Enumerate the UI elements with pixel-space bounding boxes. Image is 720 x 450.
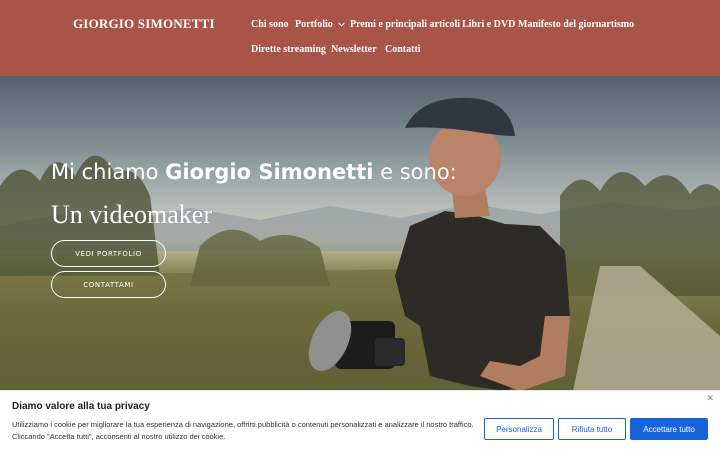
nav-item-contatti[interactable]: Contatti: [385, 44, 421, 55]
hero-intro-suffix: e sono:: [373, 160, 457, 184]
nav-item-portfolio[interactable]: Portfolio: [295, 19, 346, 30]
accetta-tutto-button[interactable]: Accettare tutto: [630, 418, 708, 440]
nav-item-newsletter[interactable]: Newsletter: [331, 44, 377, 55]
personalizza-button[interactable]: Personalizza: [484, 418, 554, 440]
hero-intro-name: Giorgio Simonetti: [165, 160, 374, 184]
hero-intro: Mi chiamo Giorgio Simonetti e sono:: [51, 160, 457, 184]
cookie-banner-text: Utilizziamo i cookie per migliorare la t…: [12, 420, 474, 441]
cookie-banner-title: Diamo valore alla tua privacy: [12, 401, 150, 412]
nav-item-label: Portfolio: [295, 19, 333, 30]
nav-item-libri[interactable]: Libri e DVD: [462, 19, 515, 30]
rifiuta-tutto-button[interactable]: Rifiuta tutto: [558, 418, 626, 440]
hero-role: Un videomaker: [51, 200, 213, 229]
nav-item-premi[interactable]: Premi e principali articoli: [350, 19, 460, 30]
site-header: GIORGIO SIMONETTI Chi sono Portfolio Pre…: [0, 0, 720, 76]
contattami-button[interactable]: CONTATTAMI: [51, 271, 166, 298]
nav-item-chi-sono[interactable]: Chi sono: [251, 19, 289, 30]
hero-intro-prefix: Mi chiamo: [51, 160, 166, 184]
close-icon[interactable]: ✕: [706, 393, 714, 404]
nav-item-dirette-streaming[interactable]: Dirette streaming: [251, 44, 326, 55]
site-logo-text[interactable]: GIORGIO SIMONETTI: [73, 16, 215, 32]
chevron-down-icon: [338, 22, 346, 27]
vedi-portfolio-button[interactable]: VEDI PORTFOLIO: [51, 240, 166, 267]
nav-item-manifesto[interactable]: Manifesto del giornartismo: [518, 19, 634, 30]
